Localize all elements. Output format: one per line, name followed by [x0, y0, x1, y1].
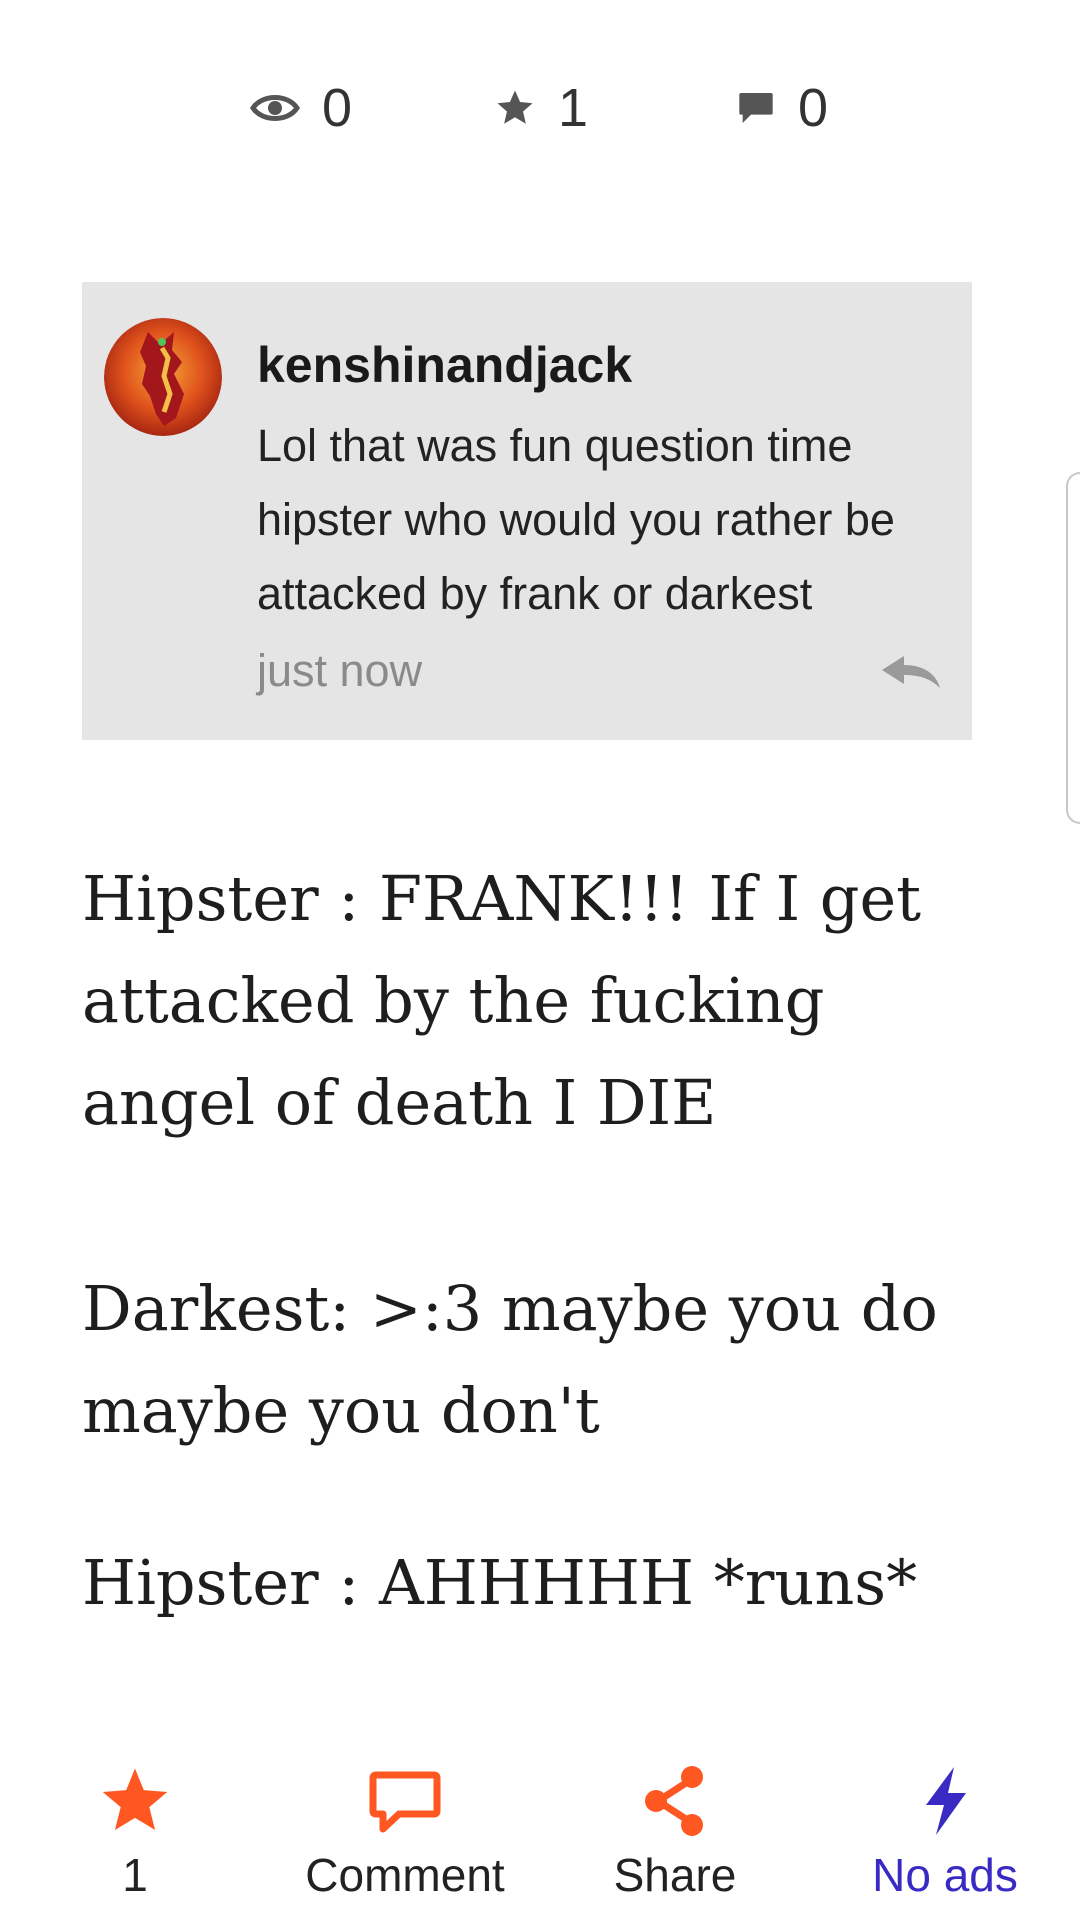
comment-button[interactable]: Comment — [270, 1750, 540, 1920]
star-icon — [494, 87, 536, 129]
no-ads-label: No ads — [872, 1849, 1018, 1901]
story-text: Hipster : FRANK!!! If I get attacked by … — [82, 848, 982, 1634]
story-paragraph: Hipster : FRANK!!! If I get attacked by … — [82, 862, 922, 1139]
star-icon — [98, 1767, 172, 1842]
story-paragraph: Darkest: >:3 maybe you do maybe you don'… — [82, 1272, 938, 1447]
no-ads-button[interactable]: No ads — [810, 1750, 1080, 1920]
vote-count: 1 — [122, 1849, 148, 1901]
lightning-bolt-icon — [920, 1765, 970, 1842]
avatar[interactable] — [104, 318, 222, 436]
vote-button[interactable]: 1 — [0, 1750, 270, 1920]
views-count: 0 — [322, 78, 353, 138]
speech-bubble-icon — [369, 1771, 441, 1842]
comments-count: 0 — [798, 78, 829, 138]
comment-body: kenshinandjack Lol that was fun question… — [257, 338, 957, 631]
stars-count: 1 — [558, 78, 589, 138]
comment-timestamp: just now — [257, 645, 423, 696]
speech-bubble-icon — [736, 88, 776, 128]
comment-text: Lol that was fun question time hipster w… — [257, 420, 895, 619]
comment-label: Comment — [305, 1849, 505, 1901]
story-paragraph: Hipster : AHHHHH *runs* — [82, 1546, 918, 1619]
share-button[interactable]: Share — [540, 1750, 810, 1920]
edge-scroll-handle[interactable] — [1066, 472, 1080, 824]
comment-card: kenshinandjack Lol that was fun question… — [82, 282, 972, 740]
views-stat: 0 — [250, 72, 352, 144]
bottom-action-bar: 1 Comment Share No ads — [0, 1750, 1080, 1920]
reply-arrow-icon[interactable] — [878, 652, 942, 692]
share-icon — [642, 1765, 708, 1842]
comment-author[interactable]: kenshinandjack — [257, 338, 957, 393]
stars-stat: 1 — [494, 72, 588, 144]
share-label: Share — [613, 1849, 737, 1901]
comments-stat: 0 — [736, 72, 828, 144]
eye-icon — [250, 90, 300, 126]
